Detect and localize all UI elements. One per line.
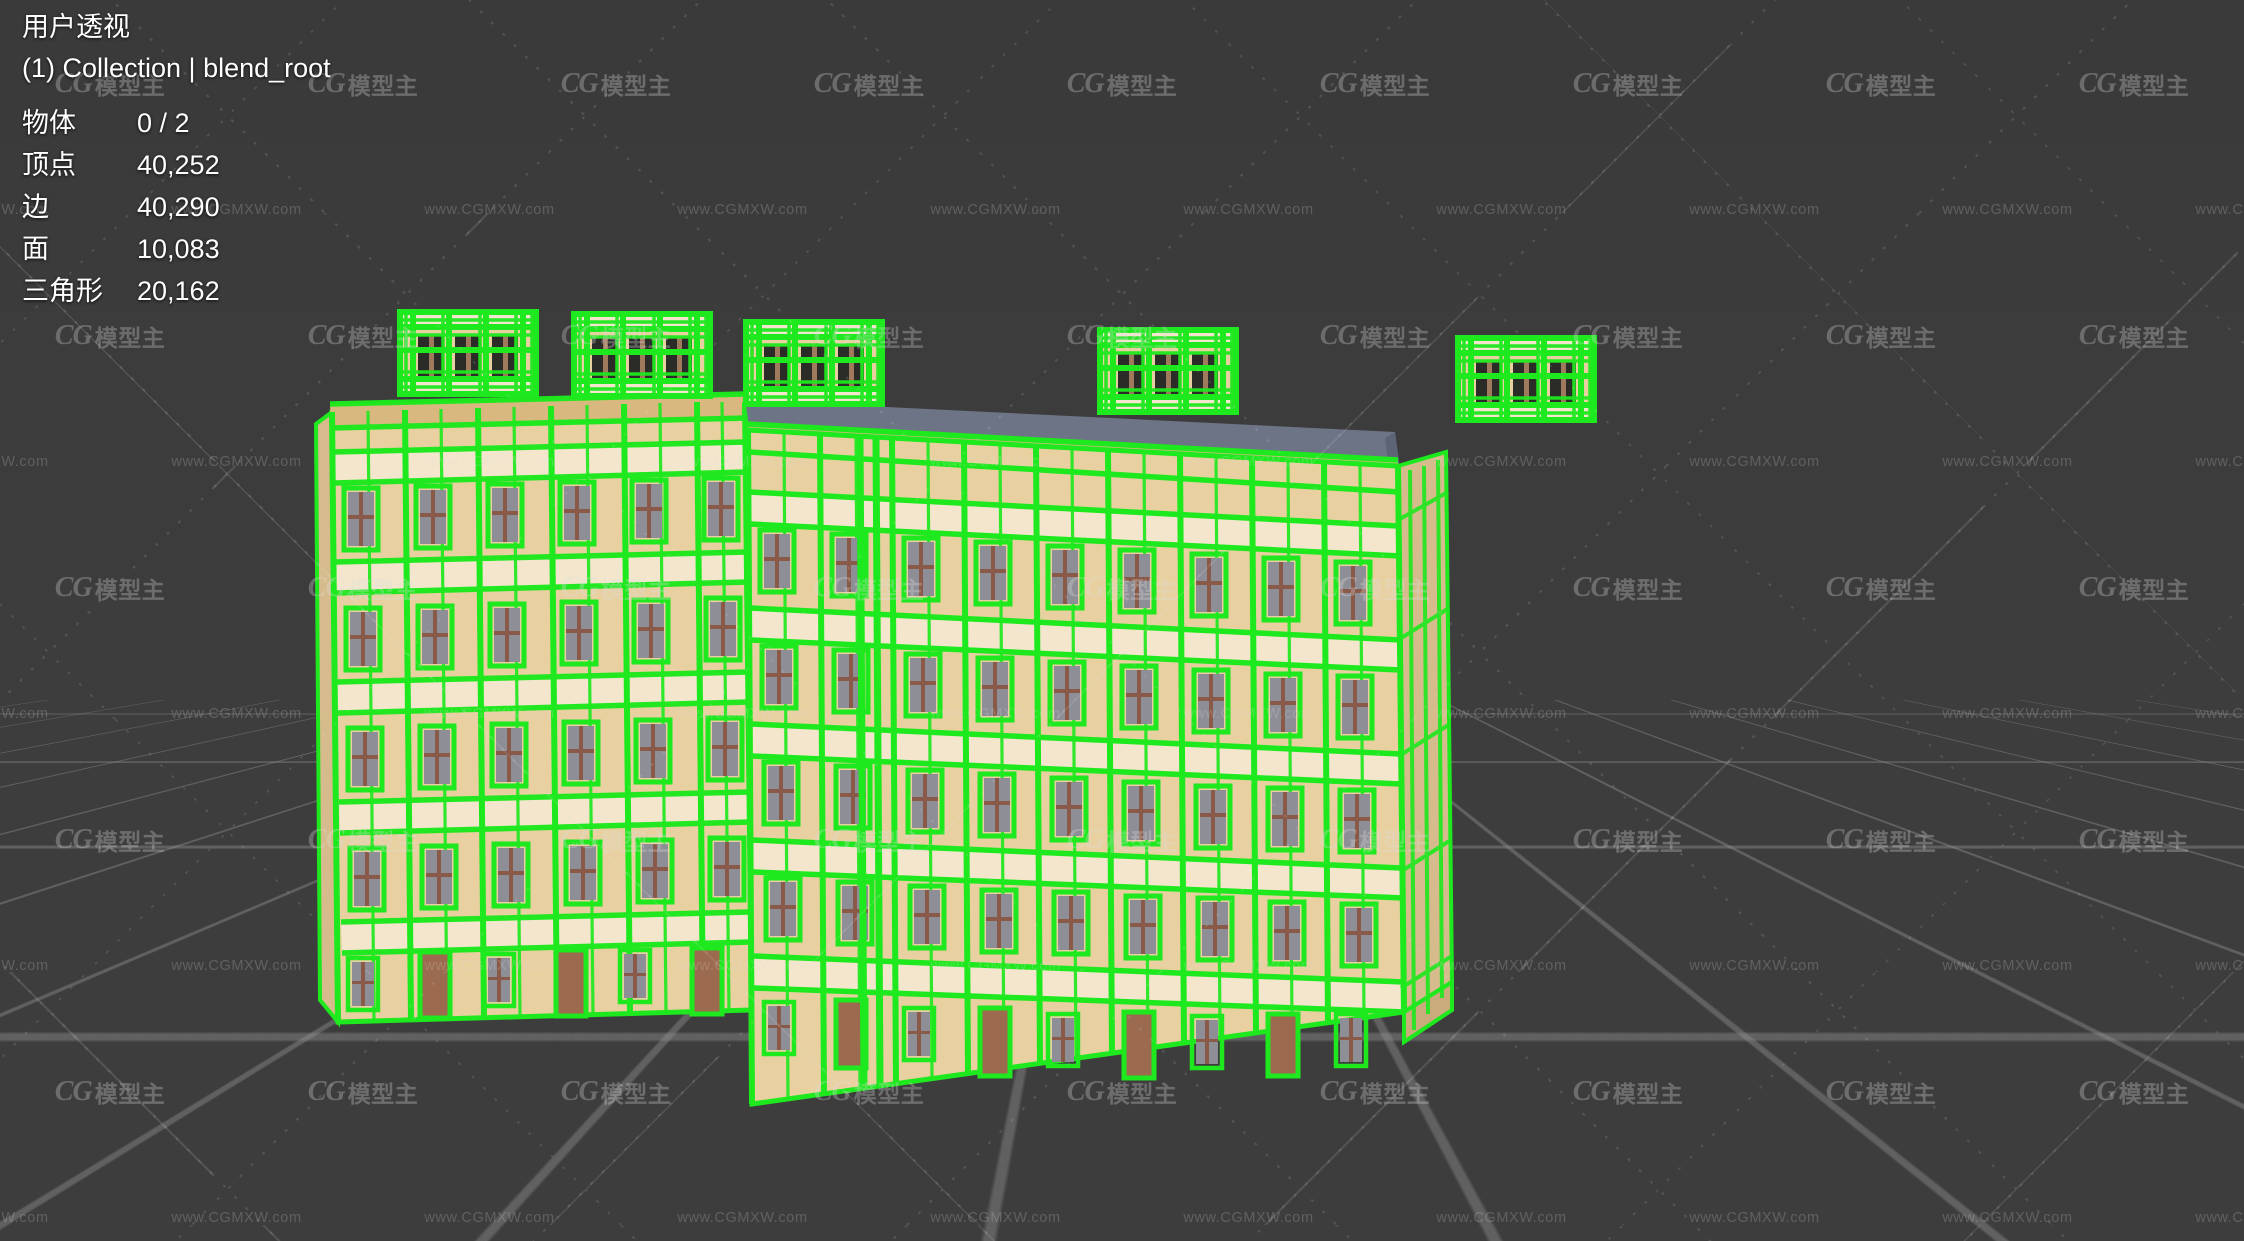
hud-stat-row: 三角形 20,162 bbox=[22, 278, 331, 305]
blender-viewport-screenshot: www.CGMXW.comwww.CGMXW.comwww.CGMXW.comw… bbox=[0, 0, 2244, 1241]
hud-stat-row: 物体 0 / 2 bbox=[22, 110, 331, 137]
hud-stat-value: 40,252 bbox=[137, 150, 220, 180]
hud-stat-row: 顶点 40,252 bbox=[22, 152, 331, 179]
hud-stat-value: 40,290 bbox=[137, 192, 220, 222]
viewport-background bbox=[0, 0, 2244, 700]
hud-stat-label: 面 bbox=[22, 234, 49, 264]
floor-grid bbox=[0, 700, 2244, 1241]
hud-stat-row: 边 40,290 bbox=[22, 194, 331, 221]
hud-stat-value: 0 / 2 bbox=[137, 108, 190, 138]
hud-stat-label: 边 bbox=[22, 192, 49, 222]
hud-view-name: 用户透视 bbox=[22, 12, 130, 42]
hud-stat-value: 10,083 bbox=[137, 234, 220, 264]
hud-scene-statistics: 物体 0 / 2 顶点 40,252 边 40,290 面 10,083 三角形 20,162 bbox=[22, 110, 331, 305]
viewport-3d[interactable]: www.CGMXW.comwww.CGMXW.comwww.CGMXW.comw… bbox=[0, 0, 2244, 1241]
hud-stat-label: 物体 bbox=[22, 108, 76, 138]
hud-stat-label: 三角形 bbox=[22, 276, 103, 306]
viewport-hud-overlay: 用户透视 (1) Collection | blend_root 物体 0 / 2… bbox=[22, 14, 331, 320]
hud-stat-label: 顶点 bbox=[22, 150, 76, 180]
hud-stat-value: 20,162 bbox=[137, 276, 220, 306]
hud-stat-row: 面 10,083 bbox=[22, 236, 331, 263]
hud-collection-path: (1) Collection | blend_root bbox=[22, 53, 331, 83]
